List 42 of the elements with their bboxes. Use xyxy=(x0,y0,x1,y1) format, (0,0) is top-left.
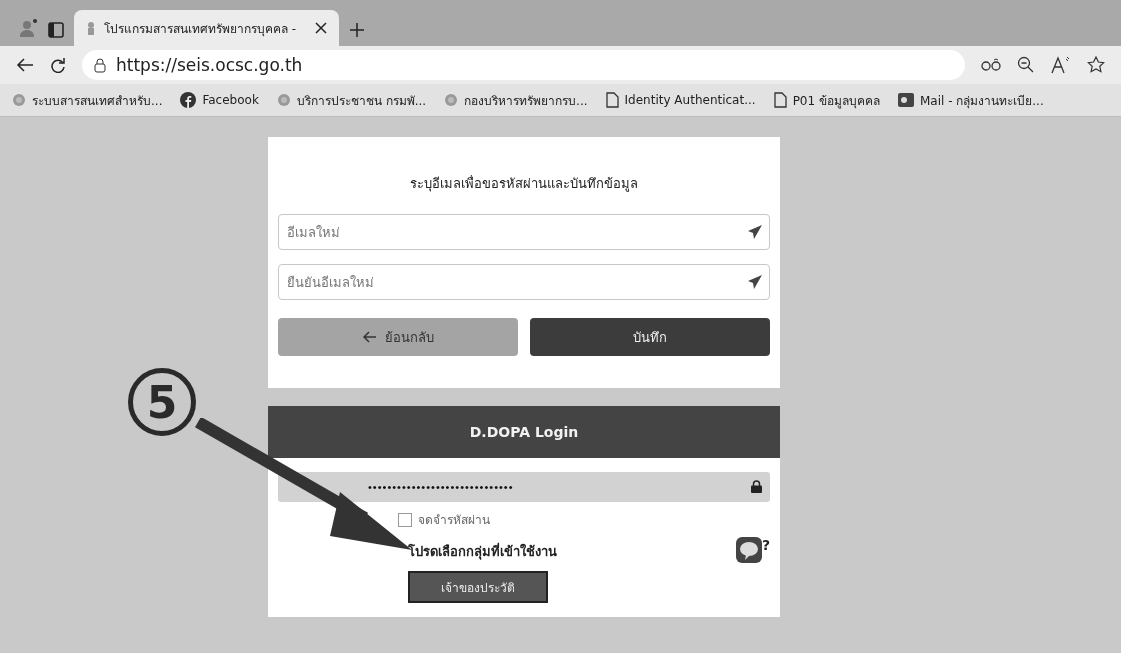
bookmark[interactable]: Identity Authenticat... xyxy=(603,90,758,110)
bookmark[interactable]: Mail - กลุ่มงานทะเบีย... xyxy=(895,88,1046,112)
chat-bubble-icon[interactable] xyxy=(735,537,762,563)
bookmark[interactable]: P01 ข้อมูลบุคคล xyxy=(771,88,882,112)
close-icon[interactable] xyxy=(315,22,327,34)
browser-tab[interactable]: โปรแกรมสารสนเทศทรัพยากรบุคคล - xyxy=(74,10,339,46)
globe-icon xyxy=(12,93,26,107)
bookmark[interactable]: กองบริหารทรัพยากรบ... xyxy=(442,88,590,112)
checkbox[interactable] xyxy=(398,512,412,527)
address-bar[interactable]: https://seis.ocsc.go.th xyxy=(82,50,965,80)
prompt-text: โปรดเลือกกลุ่มที่เข้าใช้งาน xyxy=(408,541,557,562)
panel-title: D.DOPA Login xyxy=(268,406,780,458)
email-field[interactable]: ยืนยันอีเมลใหม่ xyxy=(278,264,770,300)
bookmark[interactable]: ระบบสารสนเทศสำหรับ... xyxy=(10,88,165,112)
send-icon xyxy=(748,275,762,289)
email-field[interactable]: อีเมลใหม่ xyxy=(278,214,770,250)
left-arrow-icon xyxy=(362,331,377,343)
zoom-icon[interactable] xyxy=(1017,56,1035,74)
help-mark[interactable]: ? xyxy=(761,537,770,553)
bookmark[interactable]: บริการประชาชน กรมพั... xyxy=(274,88,429,112)
mail-icon xyxy=(897,92,914,108)
lock-icon xyxy=(94,57,106,73)
send-icon xyxy=(748,225,762,239)
read-aloud-icon[interactable] xyxy=(1051,56,1071,74)
star-icon[interactable] xyxy=(1087,56,1105,74)
bookmark[interactable]: Facebook xyxy=(178,90,261,110)
password-field[interactable]: •••••••••••••••••••••••••••••• xyxy=(278,472,770,502)
reload-icon[interactable] xyxy=(50,57,66,73)
step-number: 5 xyxy=(128,368,196,436)
save-button[interactable]: บันทึก xyxy=(530,318,770,356)
profile-icon[interactable] xyxy=(18,18,38,38)
globe-icon xyxy=(444,93,459,107)
tab-actions-icon[interactable] xyxy=(48,22,64,38)
back-arrow-icon[interactable] xyxy=(16,57,34,73)
group-button[interactable]: เจ้าของประวัติ xyxy=(408,571,548,603)
form-heading: ระบุอีเมลเพื่อขอรหัสผ่านและบันทึกข้อมูล xyxy=(409,174,639,194)
globe-icon xyxy=(276,93,291,107)
back-button[interactable]: ย้อนกลับ xyxy=(278,318,518,356)
new-tab-icon[interactable] xyxy=(349,22,365,38)
facebook-icon xyxy=(180,92,197,108)
lock-icon xyxy=(751,480,762,493)
checkbox-label: จดจำรหัสผ่าน xyxy=(418,512,490,529)
